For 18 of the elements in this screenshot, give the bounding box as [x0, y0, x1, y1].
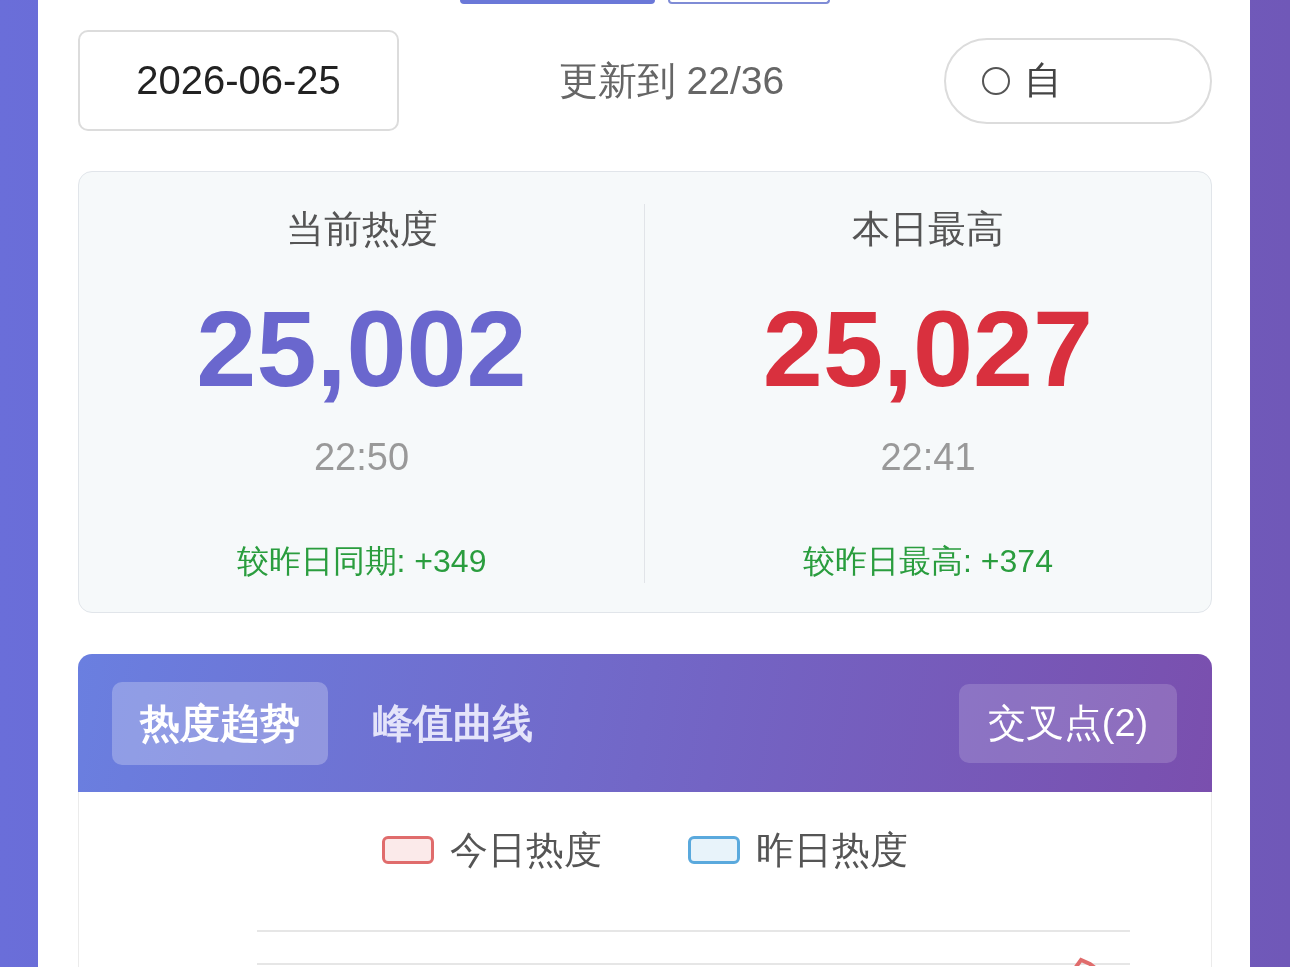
- stat-change: 较昨日最高: +374: [803, 542, 1053, 581]
- auto-refresh-toggle[interactable]: 自: [944, 37, 1212, 124]
- stat-time: 22:41: [880, 435, 976, 480]
- date-field[interactable]: 2026-06-25: [78, 30, 399, 131]
- stat-title: 当前热度: [285, 207, 438, 252]
- view-toggle-button[interactable]: [460, 0, 655, 4]
- stat-value: 25,027: [762, 287, 1094, 411]
- stat-change: 较昨日同期: +349: [236, 542, 487, 581]
- stat-title: 本日最高: [852, 207, 1004, 252]
- legend-label: 昨日热度: [756, 828, 908, 873]
- stat-time: 22:50: [313, 435, 410, 480]
- update-status: 更新到 22/36: [558, 57, 785, 104]
- chart-tab[interactable]: 峰值曲线: [345, 681, 561, 765]
- cross-points-button[interactable]: 交叉点(2): [959, 683, 1177, 763]
- stat-value: 25,002: [196, 287, 527, 411]
- chart-tab[interactable]: 热度趋势: [112, 681, 328, 765]
- legend-label: 今日热度: [450, 828, 602, 873]
- view-toggle-button[interactable]: [668, 0, 830, 4]
